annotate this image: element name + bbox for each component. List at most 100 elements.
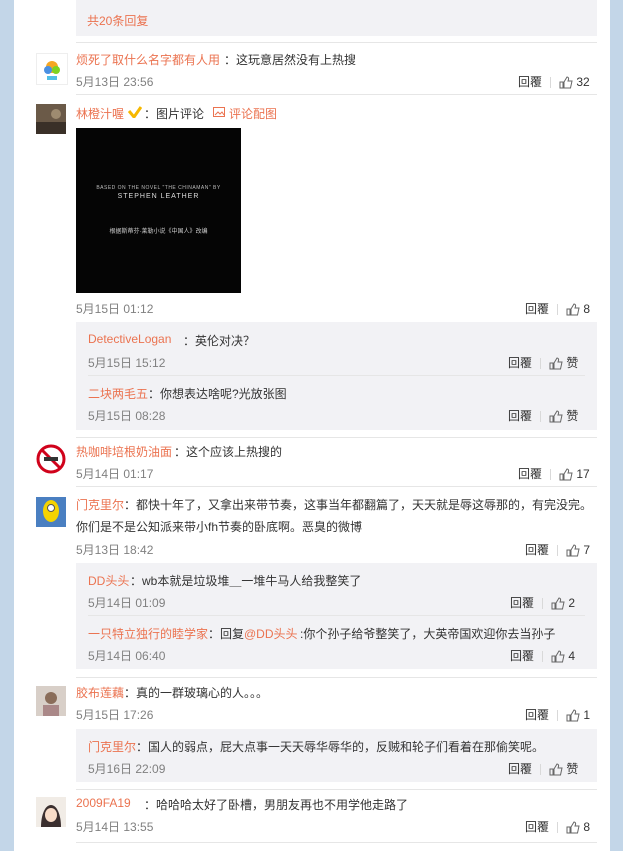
reply-actions: 回覆 2 xyxy=(510,594,575,611)
reply-text: ：英伦对决？ xyxy=(183,334,256,348)
avatar-pinwheel-icon xyxy=(44,61,60,80)
avatar[interactable] xyxy=(36,497,66,527)
comment-panel: 共20条回复 烦死了取什么名字都有人用 ：这玩意居然没有上热搜 5月13日 23… xyxy=(14,0,610,851)
reply-button[interactable]: 回覆 xyxy=(525,302,549,316)
comment-time: 5月14日 13:55 xyxy=(76,820,154,834)
thumbs-up-icon[interactable] xyxy=(566,303,580,316)
comment-time: 5月15日 01:12 xyxy=(76,302,154,316)
comment-time: 5月13日 18:42 xyxy=(76,543,154,557)
divider xyxy=(76,486,597,487)
like-count: 32 xyxy=(576,75,590,89)
reply-username[interactable]: 门克里尔 xyxy=(88,738,136,755)
thumbs-up-icon[interactable] xyxy=(549,410,563,423)
reply-actions: 回覆 4 xyxy=(510,647,575,664)
reply-button[interactable]: 回覆 xyxy=(525,543,549,557)
reply-time: 5月14日 01:09 xyxy=(88,596,166,610)
comment-actions: 回覆 1 xyxy=(525,706,590,723)
like-count: 17 xyxy=(576,467,590,481)
reply-time: 5月16日 22:09 xyxy=(88,762,166,776)
thumbs-up-icon[interactable] xyxy=(559,468,573,481)
reply-username[interactable]: DetectiveLogan xyxy=(88,332,171,346)
like-count: 8 xyxy=(583,302,591,316)
reply-username[interactable]: 一只特立独行的睦学家 xyxy=(88,625,208,642)
comment-actions: 回覆 7 xyxy=(525,541,590,558)
reply-button[interactable]: 回覆 xyxy=(510,596,534,610)
thumbs-up-icon[interactable] xyxy=(566,821,580,834)
like-count: 8 xyxy=(583,820,591,834)
comment-username[interactable]: 胶布莲藕 xyxy=(76,684,124,701)
avatar[interactable] xyxy=(36,53,68,85)
thumbs-up-icon[interactable] xyxy=(566,709,580,722)
reply-username[interactable]: 二块两毛五 xyxy=(88,385,148,402)
comment-actions: 回覆 8 xyxy=(525,818,590,835)
avatar[interactable] xyxy=(36,797,66,827)
like-count: 4 xyxy=(568,649,576,663)
minion-avatar-icon xyxy=(36,497,66,527)
reply-text: ：wb本就是垃圾堆＿一堆牛马人给我整笑了 xyxy=(130,574,362,588)
reply-button[interactable]: 回覆 xyxy=(518,467,542,481)
divider xyxy=(76,789,597,790)
avatar-photo-icon xyxy=(36,104,66,134)
thumbs-up-icon[interactable] xyxy=(551,650,565,663)
image-caption-line3: 根据斯蒂芬·莱勒小说《中国人》改编 xyxy=(109,229,208,235)
no-smoking-avatar-icon xyxy=(36,444,66,474)
comment-username[interactable]: 烦死了取什么名字都有人用 xyxy=(76,51,220,68)
reply-actions: 回覆 赞 xyxy=(508,407,578,424)
avatar-photo-icon xyxy=(36,686,66,716)
reply-button[interactable]: 回覆 xyxy=(508,762,532,776)
thumbs-up-icon[interactable] xyxy=(551,597,565,610)
comment-username[interactable]: 2009FA19 xyxy=(76,796,131,810)
like-label: 赞 xyxy=(566,409,579,423)
thumbs-up-icon[interactable] xyxy=(559,76,573,89)
comment-image[interactable]: BASED ON THE NOVEL "THE CHINAMAN" BY STE… xyxy=(76,128,241,293)
divider xyxy=(76,842,597,843)
comment-text: ：哈哈哈太好了卧槽，男朋友再也不用学他走路了 xyxy=(144,798,409,812)
reply-button[interactable]: 回覆 xyxy=(508,356,532,370)
thumbs-up-icon[interactable] xyxy=(549,763,563,776)
reply-text: ：回复 xyxy=(208,627,245,641)
reply-text: ：国人的弱点，屁大点事一天天辱华辱华的，反贼和轮子们看着在那偷笑呢。 xyxy=(136,740,545,754)
thumbs-up-icon[interactable] xyxy=(549,357,563,370)
divider xyxy=(88,375,585,376)
reply-text: ：你想表达啥呢?光放张图 xyxy=(148,387,287,401)
reply-text-after: :你个孙子给爷整笑了，大英帝国欢迎你去当孙子 xyxy=(300,627,556,641)
comment-text: ：这个应该上热搜的 xyxy=(174,445,283,459)
avatar[interactable] xyxy=(36,444,66,474)
reply-button[interactable]: 回覆 xyxy=(510,649,534,663)
like-count: 2 xyxy=(568,596,576,610)
avatar[interactable] xyxy=(36,104,66,134)
reply-thread: DetectiveLogan ：英伦对决？ 5月15日 15:12 回覆 赞 二… xyxy=(76,322,597,430)
divider xyxy=(76,42,597,43)
reply-mention[interactable]: @DD头头 xyxy=(244,625,298,642)
comment-picture-link[interactable]: 评论配图 xyxy=(229,105,277,122)
avatar[interactable] xyxy=(36,686,66,716)
picture-icon xyxy=(213,107,225,117)
comment-text-line2: 你们是不是公知派来带小fh节奏的卧底啊。恶臭的微博 xyxy=(76,520,363,534)
comment-username[interactable]: 林橙汁喔 xyxy=(76,105,124,122)
divider xyxy=(76,437,597,438)
like-label: 赞 xyxy=(566,762,579,776)
reply-username[interactable]: DD头头 xyxy=(88,572,129,589)
image-caption-line1: BASED ON THE NOVEL "THE CHINAMAN" BY xyxy=(96,185,221,191)
like-count: 7 xyxy=(583,543,591,557)
divider xyxy=(88,615,585,616)
comment-username[interactable]: 门克里尔 xyxy=(76,496,124,513)
more-replies-link[interactable]: 共20条回复 xyxy=(87,12,148,29)
reply-button[interactable]: 回覆 xyxy=(525,708,549,722)
reply-button[interactable]: 回覆 xyxy=(518,75,542,89)
comment-actions: 回覆 8 xyxy=(525,300,590,317)
reply-thread-top: 共20条回复 xyxy=(76,0,597,36)
reply-time: 5月15日 15:12 xyxy=(88,356,166,370)
reply-actions: 回覆 赞 xyxy=(508,354,578,371)
verified-badge-icon xyxy=(128,106,142,118)
comment-username[interactable]: 热咖啡培根奶油面 xyxy=(76,443,172,460)
comment-text: ：图片评论 xyxy=(144,107,205,121)
reply-button[interactable]: 回覆 xyxy=(508,409,532,423)
comment-time: 5月14日 01:17 xyxy=(76,467,154,481)
comment-text: ：都快十年了，又拿出来带节奏，这事当年都翻篇了，天天就是辱这辱那的，有完没完。 xyxy=(124,498,593,512)
reply-button[interactable]: 回覆 xyxy=(525,820,549,834)
comment-actions: 回覆 17 xyxy=(518,465,590,482)
avatar-anime-icon xyxy=(36,797,66,827)
divider xyxy=(76,677,597,678)
thumbs-up-icon[interactable] xyxy=(566,544,580,557)
